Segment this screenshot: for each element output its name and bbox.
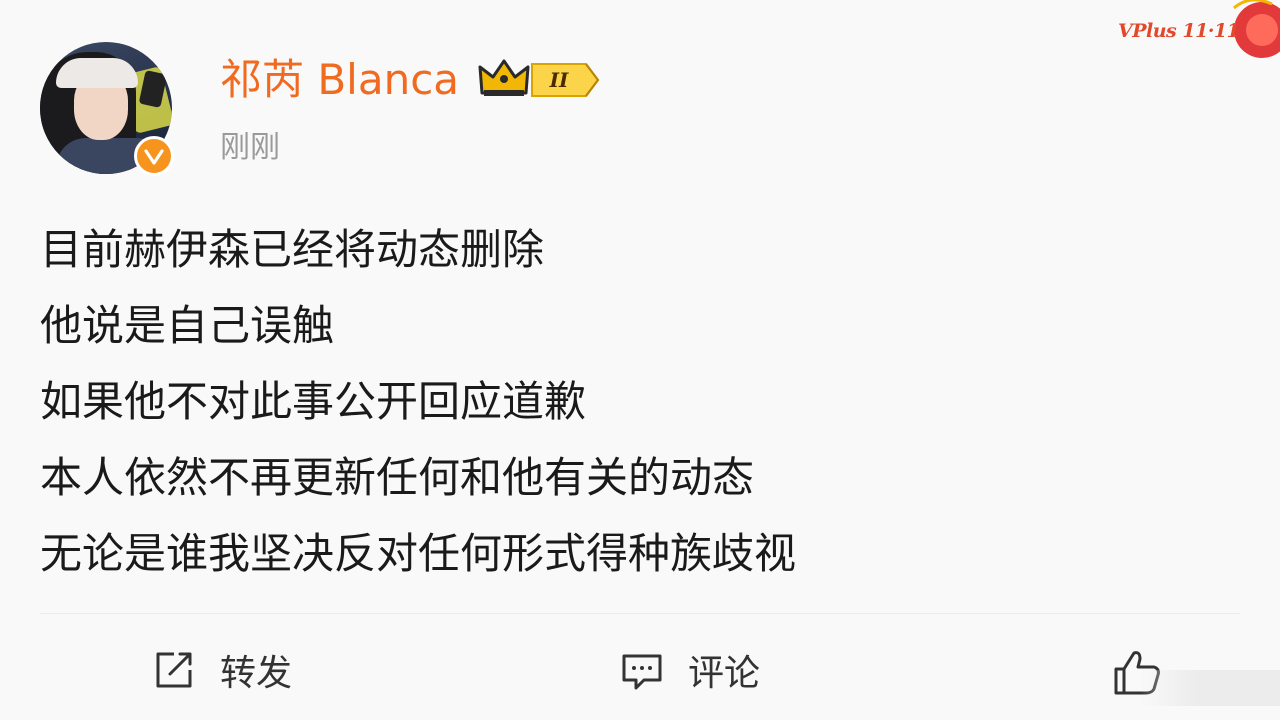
share-icon bbox=[156, 652, 192, 688]
repost-button[interactable]: 转发 bbox=[152, 640, 292, 700]
divider bbox=[40, 613, 1240, 614]
post-timestamp: 刚刚 bbox=[220, 130, 280, 165]
post-line: 无论是谁我坚决反对任何形式得种族歧视 bbox=[40, 529, 797, 578]
vip-level-label: II bbox=[549, 68, 569, 92]
post-line: 本人依然不再更新任何和他有关的动态 bbox=[40, 453, 755, 502]
post-line: 他说是自己误触 bbox=[40, 301, 335, 350]
post-line: 目前赫伊森已经将动态删除 bbox=[40, 225, 545, 274]
username[interactable]: 祁芮 Blanca bbox=[220, 52, 459, 108]
comment-label: 评论 bbox=[688, 653, 761, 694]
repost-label: 转发 bbox=[220, 653, 293, 694]
vip-level-badge[interactable]: II bbox=[530, 62, 600, 98]
watermark bbox=[1140, 670, 1280, 706]
post-line: 如果他不对此事公开回应道歉 bbox=[40, 377, 587, 426]
promo-banner[interactable]: VPlus 11·11 bbox=[1112, 0, 1280, 70]
post-content: 目前赫伊森已经将动态删除 他说是自己误触 如果他不对此事公开回应道歉 本人依然不… bbox=[40, 212, 1220, 592]
promo-text: VPlus 11·11 bbox=[1118, 20, 1240, 42]
comment-icon bbox=[622, 654, 662, 690]
comment-button[interactable]: 评论 bbox=[620, 640, 760, 700]
weibo-post-card: 祁芮 Blanca II 刚刚 VPlus 11·11 目前赫伊森已经将动态删除… bbox=[0, 0, 1280, 720]
crown-icon[interactable] bbox=[478, 57, 530, 99]
verified-badge-icon bbox=[134, 136, 174, 176]
